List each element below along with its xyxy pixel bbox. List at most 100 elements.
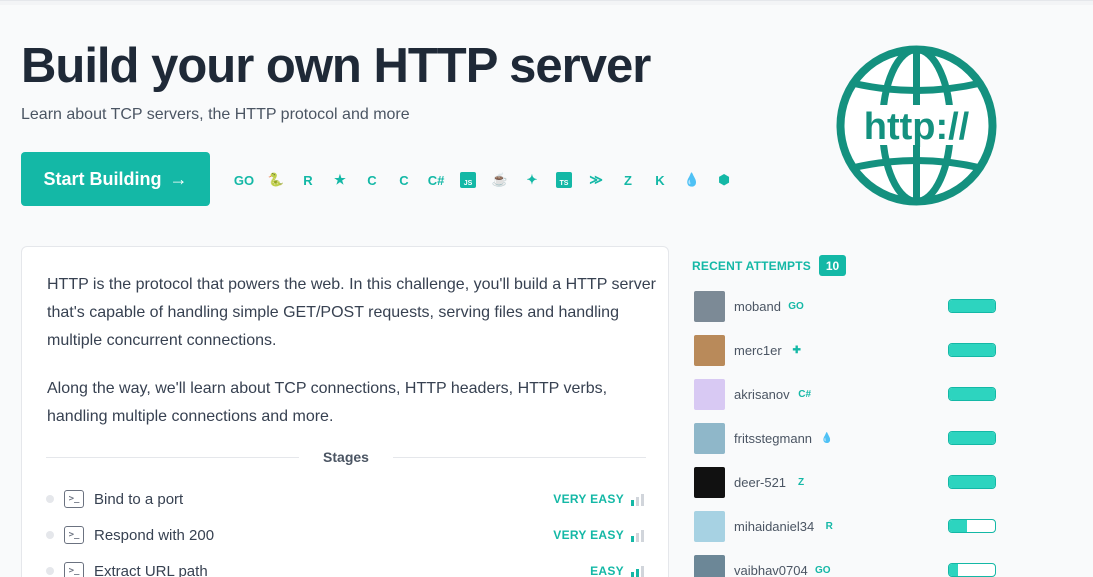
avatar[interactable] [694,334,725,366]
avatar[interactable] [694,466,725,498]
http-globe-logo: http:// [836,45,997,206]
javascript-icon[interactable]: JS [452,169,484,191]
attempt-progress-bar [948,431,996,445]
attempt-progress-bar [948,519,996,533]
attempt-row[interactable]: vaibhav0704 GO [694,554,996,577]
terminal-icon: >_ [64,526,84,544]
attempt-username[interactable]: vaibhav0704 [734,563,808,577]
stage-difficulty: VERY EASY [553,528,624,542]
recent-attempts-header: RECENT ATTEMPTS 10 [692,255,846,276]
stage-title: Bind to a port [94,490,184,508]
java-icon[interactable]: ☕ [484,169,516,191]
recent-attempts-label: RECENT ATTEMPTS [692,258,811,273]
stage-row[interactable]: >_ Extract URL path EASY [46,559,644,577]
divider [46,456,300,458]
stage-status-dot [46,531,54,539]
stage-row[interactable]: >_ Respond with 200 VERY EASY [46,523,644,547]
progress-fill [949,564,959,576]
stage-status-dot [46,567,54,575]
recent-attempts-count: 10 [819,255,846,276]
attempt-row[interactable]: fritsstegmann 💧 [694,422,996,454]
logo-text: http:// [864,106,970,148]
language-icons: GO 🐍 R ★ C C C# JS ☕ ✦ TS ≫ Z K 💧 ⬢ [228,169,740,191]
difficulty-bar [636,568,639,577]
c-icon[interactable]: C [356,169,388,191]
gleam-icon[interactable]: ≫ [580,169,612,191]
stage-row[interactable]: >_ Bind to a port VERY EASY [46,487,644,511]
zig-icon[interactable]: Z [612,169,644,191]
attempt-username[interactable]: moband [734,299,781,314]
attempt-row[interactable]: akrisanov C# [694,378,996,410]
cpp-icon[interactable]: C [388,169,420,191]
progress-fill [949,520,968,532]
divider [392,456,647,458]
arrow-right-icon: → [169,168,188,189]
csharp-icon[interactable]: C# [420,169,452,191]
attempt-username[interactable]: fritsstegmann [734,431,812,446]
difficulty-bars-icon [631,493,644,506]
python-icon: ✚ [792,344,801,356]
attempt-username[interactable]: merc1er [734,343,782,358]
description-paragraph-2: Along the way, we'll learn about TCP con… [47,380,608,425]
php-icon[interactable]: ⬢ [708,169,740,191]
rust-icon[interactable]: R [292,169,324,191]
progress-fill [949,388,995,400]
attempt-progress-bar [948,563,996,577]
top-border [0,0,1093,5]
avatar[interactable] [694,290,725,322]
page-title: Build your own HTTP server [21,39,651,93]
go-icon: GO [814,564,831,576]
avatar[interactable] [694,554,725,577]
attempt-progress-bar [948,475,996,489]
stage-difficulty: EASY [590,564,624,577]
stages-heading-label: Stages [323,449,369,465]
csharp-icon: C# [798,388,812,400]
go-icon[interactable]: GO [228,169,260,191]
avatar[interactable] [694,378,725,410]
challenge-card: HTTP is the protocol that powers the web… [21,246,669,577]
attempt-username[interactable]: akrisanov [734,387,790,402]
go-icon: GO [788,300,804,312]
progress-fill [949,476,995,488]
difficulty-bar [641,529,644,542]
difficulty-bar [636,532,639,542]
difficulty-bar [636,496,639,506]
stage-difficulty: VERY EASY [553,492,624,506]
elixir-icon: 💧 [820,432,834,444]
page-subtitle: Learn about TCP servers, the HTTP protoc… [21,106,410,123]
difficulty-bars-icon [631,529,644,542]
description-paragraph-1: HTTP is the protocol that powers the web… [47,276,656,349]
difficulty-bar [641,493,644,506]
avatar[interactable] [694,422,725,454]
zig-icon: Z [797,476,805,488]
kotlin-icon[interactable]: K [644,169,676,191]
attempt-row[interactable]: moband GO [694,290,996,322]
attempt-row[interactable]: merc1er ✚ [694,334,996,366]
python-icon[interactable]: 🐍 [260,169,292,191]
kotlin-leaf-icon[interactable]: ✦ [516,169,548,191]
attempt-username[interactable]: deer-521 [734,475,786,490]
difficulty-bars-icon [631,565,644,577]
attempt-progress-bar [948,299,996,313]
difficulty-bar [631,535,634,542]
stage-title: Extract URL path [94,562,208,577]
attempt-row[interactable]: mihaidaniel34 R [694,510,996,542]
start-building-label: Start Building [43,168,162,189]
difficulty-bar [641,565,644,577]
difficulty-bar [631,499,634,506]
terminal-icon: >_ [64,490,84,508]
elixir-icon[interactable]: 💧 [676,169,708,191]
stage-title: Respond with 200 [94,526,215,544]
progress-fill [949,300,995,312]
start-building-button[interactable]: Start Building → [21,152,210,206]
attempt-username[interactable]: mihaidaniel34 [734,519,814,534]
attempt-row[interactable]: deer-521 Z [694,466,996,498]
typescript-icon[interactable]: TS [548,169,580,191]
stage-status-dot [46,495,54,503]
attempt-progress-bar [948,387,996,401]
avatar[interactable] [694,510,725,542]
difficulty-bar [631,571,634,577]
progress-fill [949,432,995,444]
haskell-icon[interactable]: ★ [324,169,356,191]
stages-heading: Stages [46,449,647,465]
